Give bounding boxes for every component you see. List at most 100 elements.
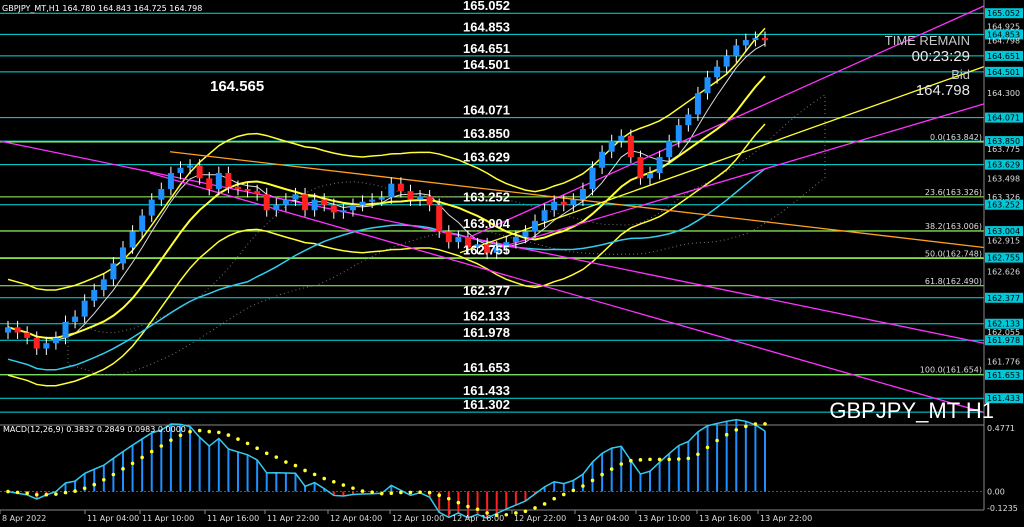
macd-signal-dot [753, 422, 758, 426]
candle-body [656, 157, 663, 174]
candle-body [321, 199, 328, 205]
level-label: 161.653 [463, 360, 510, 375]
chart-header: GBPJPY_MT,H1 164.780 164.843 164.725 164… [2, 4, 202, 13]
candle-body [158, 188, 165, 200]
macd-tick: 0.4771 [987, 424, 1015, 433]
macd-signal-dot [619, 462, 624, 466]
candle-body [551, 201, 558, 211]
candle-body [599, 151, 606, 168]
macd-signal-dot [197, 428, 202, 433]
time-remain-label: TIME REMAIN [885, 33, 970, 48]
candle-body [445, 231, 452, 243]
price-tick: 161.776 [987, 358, 1020, 367]
candle-body [762, 37, 768, 41]
price-tag: 163.252 [987, 201, 1020, 210]
macd-signal-dot [715, 438, 719, 443]
candle-body [436, 204, 443, 232]
macd-signal-dot [54, 492, 58, 496]
candle-body [560, 201, 567, 205]
time-remain-value: 00:23:29 [912, 48, 970, 65]
candle-body [340, 210, 347, 213]
macd-signal-dot [102, 477, 106, 482]
candle-body [215, 173, 222, 189]
price-tag: 164.501 [987, 68, 1020, 77]
time-label: 12 Apr 16:00 [452, 514, 504, 523]
macd-tick: 0.00 [987, 488, 1005, 497]
time-label: 11 Apr 04:00 [87, 514, 139, 523]
time-label: 13 Apr 04:00 [577, 514, 629, 523]
candle-body [225, 173, 232, 187]
candle-body [522, 231, 529, 237]
macd-signal-dot [303, 468, 307, 473]
candle-body [273, 204, 280, 211]
macd-signal-dot [15, 490, 20, 495]
macd-signal-dot [504, 512, 509, 517]
macd-signal-dot [331, 479, 336, 484]
macd-signal-dot [600, 472, 604, 477]
macd-signal-dot [188, 429, 192, 434]
macd-tick: -0.1235 [987, 504, 1018, 513]
time-label: 12 Apr 04:00 [330, 514, 382, 523]
candle-body [100, 279, 107, 291]
candle-body [407, 191, 414, 200]
level-label: 162.755 [463, 243, 510, 258]
macd-signal-dot [523, 509, 528, 514]
price-tick: 163.775 [987, 145, 1020, 154]
level-label: 164.071 [463, 103, 510, 118]
candle-body [675, 125, 682, 142]
macd-signal-dot [236, 437, 240, 441]
candle-body [177, 167, 184, 174]
candle-body [637, 157, 644, 179]
macd-signal-dot [609, 467, 614, 471]
candle-body [43, 343, 50, 349]
macd-signal-dot [312, 472, 317, 477]
candle-body [455, 236, 462, 243]
level-label: 163.004 [463, 216, 511, 231]
symbol-watermark: GBPJPY_MT H1 [829, 398, 994, 423]
macd-signal-dot [360, 489, 365, 493]
macd-signal-dot [63, 490, 68, 495]
level-label: 163.850 [463, 126, 510, 141]
candle-body [378, 197, 385, 200]
price-tag: 163.629 [987, 161, 1020, 170]
macd-signal-dot [427, 490, 432, 495]
macd-signal-dot [178, 433, 183, 438]
candle-body [330, 204, 337, 213]
candle-body [14, 327, 21, 333]
macd-signal-dot [217, 430, 221, 435]
macd-signal-dot [581, 484, 585, 488]
macd-signal-dot [552, 496, 556, 501]
macd-signal-dot [686, 456, 691, 461]
price-tick: 164.798 [987, 36, 1020, 45]
macd-signal-dot [34, 492, 39, 497]
fib-label: 50.0(162.748) [925, 249, 982, 258]
macd-signal-dot [130, 461, 135, 466]
fib-label: 23.6(163.326) [925, 188, 982, 197]
macd-signal-dot [763, 422, 767, 426]
candle-body [349, 204, 356, 211]
candle-body [570, 199, 577, 205]
macd-signal-dot [169, 438, 173, 442]
candle-body [733, 45, 740, 56]
macd-signal-dot [370, 490, 374, 494]
macd-signal-dot [293, 463, 298, 468]
macd-signal-dot [696, 452, 700, 457]
level-label: 164.501 [463, 57, 510, 72]
macd-signal-dot [73, 489, 77, 493]
candle-body [417, 196, 424, 200]
macd-signal-dot [590, 478, 595, 483]
candle-body [254, 191, 261, 195]
macd-signal-dot [629, 458, 633, 463]
macd-signal-dot [226, 433, 231, 437]
candle-body [627, 135, 634, 158]
candle-body [52, 337, 59, 344]
level-label: 163.252 [463, 190, 510, 205]
fib-label: 61.8(162.490) [925, 277, 982, 286]
candle-body [62, 321, 69, 338]
candle-body [292, 194, 299, 200]
level-label: 163.629 [463, 150, 510, 165]
candle-body [33, 337, 40, 349]
candle-body [541, 210, 548, 221]
candle-body [714, 66, 721, 78]
macd-signal-dot [542, 502, 547, 506]
